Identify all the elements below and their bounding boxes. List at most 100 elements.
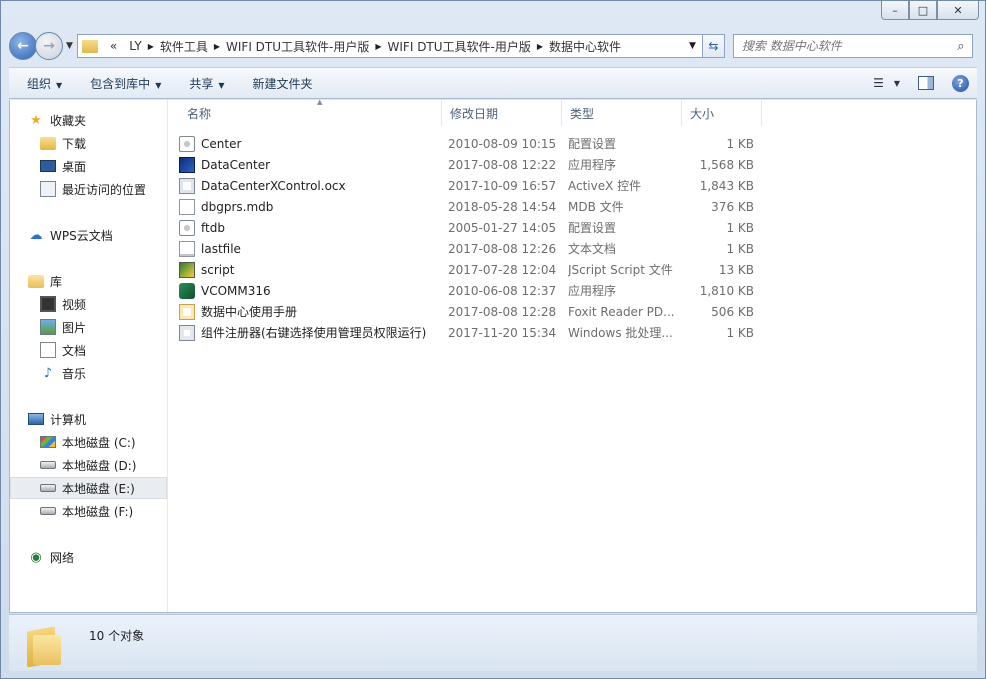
file-size: 506 KB	[711, 304, 754, 319]
nav-label: 本地磁盘 (C:)	[62, 435, 136, 450]
refresh-icon: ⇆	[708, 39, 719, 53]
include-in-library-button[interactable]: 包含到库中 ▼	[82, 75, 169, 92]
nav-label: 文档	[62, 343, 87, 358]
file-size: 1 KB	[726, 325, 754, 340]
nav-drive-e[interactable]: 本地磁盘 (E:)	[10, 477, 167, 499]
breadcrumb-item[interactable]: WIFI DTU工具软件-用户版	[382, 38, 537, 55]
vcomm-app-icon	[179, 282, 195, 299]
chevron-down-icon: ▼	[56, 80, 63, 90]
chevron-down-icon: ▼	[155, 80, 162, 90]
nav-drive-c[interactable]: 本地磁盘 (C:)	[40, 431, 136, 453]
file-date: 2010-06-08 12:37	[448, 283, 557, 298]
file-name: Center	[201, 136, 242, 151]
preview-pane-icon[interactable]	[918, 76, 934, 90]
downloads-folder-icon	[40, 136, 56, 150]
nav-network[interactable]: ◉ 网络	[28, 546, 74, 568]
address-dropdown-icon[interactable]: ▼	[683, 41, 702, 51]
nav-music[interactable]: ♪ 音乐	[40, 362, 86, 384]
nav-pictures[interactable]: 图片	[40, 316, 86, 338]
text-file-icon	[179, 240, 195, 257]
nav-wps-cloud[interactable]: ☁ WPS云文档	[28, 224, 113, 246]
help-icon[interactable]: ?	[952, 74, 969, 92]
file-date: 2005-01-27 14:05	[448, 220, 557, 235]
address-bar[interactable]: « LY ▶ 软件工具 ▶ WIFI DTU工具软件-用户版 ▶ WIFI DT…	[76, 34, 703, 58]
document-icon	[40, 342, 56, 358]
back-button[interactable]: ←	[9, 32, 37, 60]
nav-label: 视频	[62, 297, 87, 312]
file-date: 2010-08-09 10:15	[448, 136, 557, 151]
nav-desktop[interactable]: 桌面	[40, 155, 86, 177]
nav-libraries[interactable]: 库	[28, 270, 62, 292]
forward-arrow-icon: →	[43, 38, 55, 54]
close-button[interactable]: ✕	[937, 1, 979, 20]
breadcrumb-item[interactable]: WIFI DTU工具软件-用户版	[220, 38, 375, 55]
drive-icon	[40, 484, 56, 492]
refresh-button[interactable]: ⇆	[702, 34, 725, 58]
nav-drive-f[interactable]: 本地磁盘 (F:)	[40, 500, 133, 522]
file-type: 应用程序	[568, 158, 617, 172]
breadcrumb-item[interactable]: LY	[123, 39, 147, 53]
video-icon	[40, 296, 56, 312]
column-header-type[interactable]: 类型	[562, 100, 682, 126]
nav-videos[interactable]: 视频	[40, 293, 86, 315]
nav-downloads[interactable]: 下载	[40, 132, 86, 154]
file-name: script	[201, 262, 235, 277]
column-header-size[interactable]: 大小	[682, 100, 762, 126]
file-name: VCOMM316	[201, 283, 271, 298]
library-icon	[28, 274, 44, 288]
minimize-button[interactable]: –	[881, 1, 909, 20]
content-area: ★ 收藏夹 下载 桌面 最近访问的位置 ☁ WPS云文档 库 视频 图片 文档 ♪ 音…	[9, 98, 977, 613]
maximize-icon: □	[917, 3, 929, 17]
column-name-label: 名称	[187, 106, 212, 121]
file-type: 配置设置	[568, 137, 617, 151]
details-pane: 10 个对象	[9, 614, 977, 671]
breadcrumb-item[interactable]: 软件工具	[154, 38, 214, 55]
nav-label: 桌面	[62, 159, 87, 174]
view-options-button[interactable]: ☰ ▼	[873, 76, 900, 90]
column-size-label: 大小	[690, 106, 715, 121]
file-size: 1,568 KB	[699, 157, 754, 172]
file-type: JScript Script 文件	[568, 263, 673, 277]
new-folder-button[interactable]: 新建文件夹	[245, 75, 321, 92]
share-button[interactable]: 共享 ▼	[181, 75, 232, 92]
nav-drive-d[interactable]: 本地磁盘 (D:)	[40, 454, 136, 476]
file-type: MDB 文件	[568, 200, 624, 214]
folder-icon	[81, 39, 98, 53]
recent-places-icon	[40, 181, 56, 197]
nav-documents[interactable]: 文档	[40, 339, 86, 361]
nav-label: 库	[50, 274, 63, 289]
file-date: 2017-07-28 12:04	[448, 262, 557, 277]
file-size: 1 KB	[726, 241, 754, 256]
nav-label: 网络	[50, 550, 75, 565]
search-icon[interactable]: ⌕	[950, 39, 972, 54]
file-size: 1 KB	[726, 136, 754, 151]
nav-favorites[interactable]: ★ 收藏夹	[28, 109, 86, 131]
nav-label: WPS云文档	[50, 228, 113, 243]
organize-button[interactable]: 组织 ▼	[19, 75, 70, 92]
forward-button[interactable]: →	[35, 32, 63, 60]
file-type: Foxit Reader PD...	[568, 304, 674, 319]
breadcrumb-item[interactable]: 数据中心软件	[543, 38, 627, 55]
search-input[interactable]	[741, 39, 950, 53]
sort-ascending-icon: ▲	[317, 98, 323, 106]
file-date: 2017-11-20 15:34	[448, 325, 557, 340]
search-box[interactable]: ⌕	[732, 34, 973, 58]
application-icon	[179, 156, 195, 173]
drive-icon	[40, 507, 56, 515]
network-icon: ◉	[30, 549, 42, 565]
recent-pages-dropdown[interactable]: ▼	[66, 41, 73, 51]
column-header-date[interactable]: 修改日期	[442, 100, 562, 126]
nav-recent[interactable]: 最近访问的位置	[40, 178, 146, 200]
details-view-icon: ☰	[873, 76, 884, 90]
breadcrumb-overflow[interactable]: «	[104, 39, 123, 53]
nav-computer[interactable]: 计算机	[28, 408, 86, 430]
maximize-button[interactable]: □	[909, 1, 937, 20]
file-name: DataCenter	[201, 157, 271, 172]
file-type: Windows 批处理...	[568, 326, 673, 340]
column-header-name[interactable]: ▲ 名称	[179, 98, 442, 126]
file-name: lastfile	[201, 241, 241, 256]
file-size: 376 KB	[711, 199, 754, 214]
file-list: ▲ 名称 修改日期 类型 大小 Center 2010-08-09 10:15 …	[169, 98, 976, 612]
file-date: 2017-10-09 16:57	[448, 178, 557, 193]
chevron-down-icon: ▼	[218, 80, 225, 90]
